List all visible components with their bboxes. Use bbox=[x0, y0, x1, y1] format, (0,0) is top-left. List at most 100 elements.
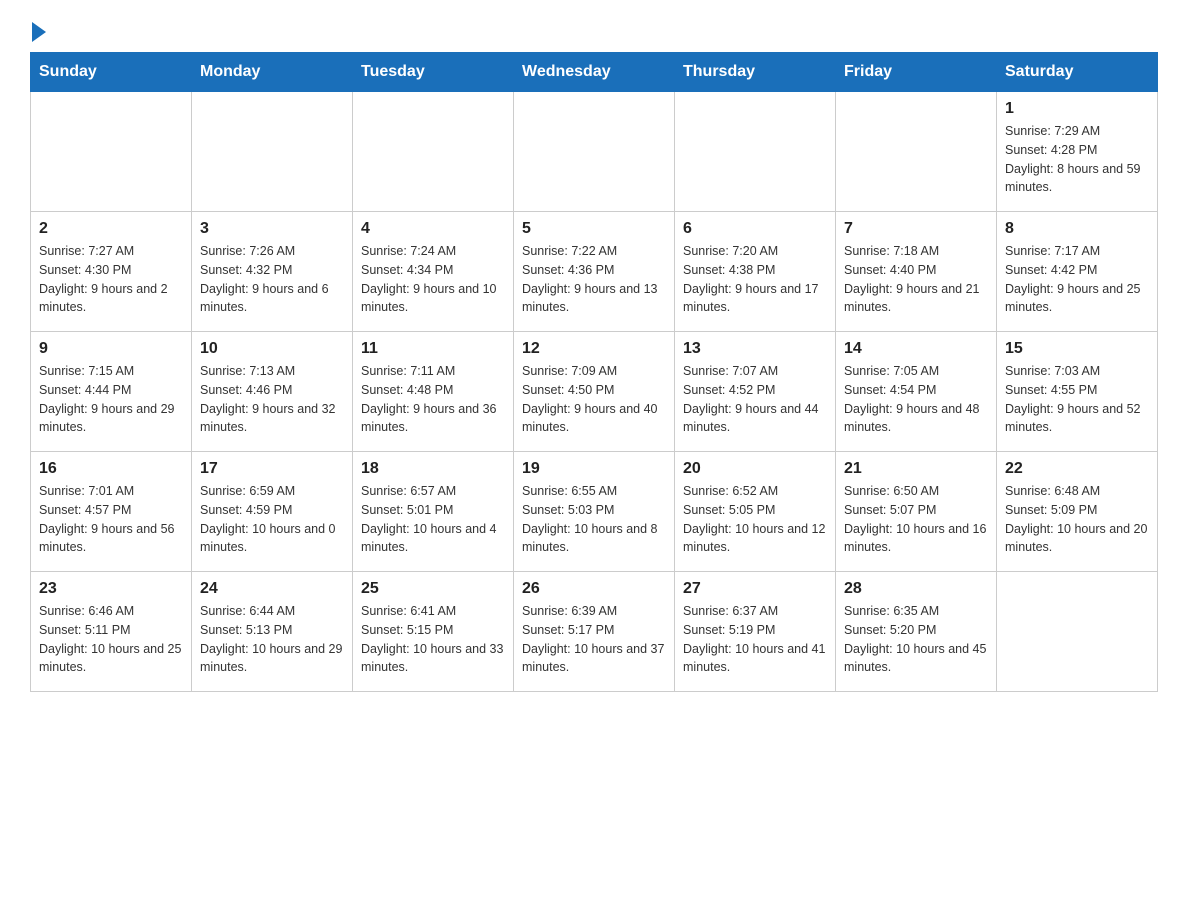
calendar-cell: 17Sunrise: 6:59 AMSunset: 4:59 PMDayligh… bbox=[192, 452, 353, 572]
day-info: Sunrise: 6:39 AMSunset: 5:17 PMDaylight:… bbox=[522, 602, 666, 677]
day-info: Sunrise: 6:41 AMSunset: 5:15 PMDaylight:… bbox=[361, 602, 505, 677]
calendar-cell: 16 Sunrise: 7:01 AMSunset: 4:57 PMDayligh… bbox=[31, 452, 192, 572]
calendar-header: SundayMondayTuesdayWednesdayThursdayFrid… bbox=[31, 53, 1158, 92]
calendar-cell bbox=[675, 92, 836, 212]
day-info: Sunrise: 6:59 AMSunset: 4:59 PMDaylight:… bbox=[200, 482, 344, 557]
day-info: Sunrise: 7:03 AMSunset: 4:55 PMDaylight:… bbox=[1005, 362, 1149, 437]
calendar-cell: 10 Sunrise: 7:13 AMSunset: 4:46 PMDayligh… bbox=[192, 332, 353, 452]
calendar-cell: 2 Sunrise: 7:27 AMSunset: 4:30 PMDaylight… bbox=[31, 212, 192, 332]
calendar-cell: 21 Sunrise: 6:50 AMSunset: 5:07 PMDayligh… bbox=[836, 452, 997, 572]
weekday-header-tuesday: Tuesday bbox=[353, 53, 514, 92]
calendar-cell: 26 Sunrise: 6:39 AMSunset: 5:17 PMDayligh… bbox=[514, 572, 675, 692]
calendar-cell: 11Sunrise: 7:11 AMSunset: 4:48 PMDayligh… bbox=[353, 332, 514, 452]
day-info: Sunrise: 7:20 AMSunset: 4:38 PMDaylight:… bbox=[683, 242, 827, 317]
calendar-week-row: 23 Sunrise: 6:46 AMSunset: 5:11 PMDayligh… bbox=[31, 572, 1158, 692]
day-info: Sunrise: 7:24 AMSunset: 4:34 PMDaylight:… bbox=[361, 242, 505, 317]
day-number: 4 bbox=[361, 220, 505, 238]
day-number: 15 bbox=[1005, 340, 1149, 358]
calendar-cell: 15 Sunrise: 7:03 AMSunset: 4:55 PMDayligh… bbox=[997, 332, 1158, 452]
calendar-cell: 27 Sunrise: 6:37 AMSunset: 5:19 PMDayligh… bbox=[675, 572, 836, 692]
day-number: 12 bbox=[522, 340, 666, 358]
calendar-cell: 5 Sunrise: 7:22 AMSunset: 4:36 PMDaylight… bbox=[514, 212, 675, 332]
calendar-cell: 8 Sunrise: 7:17 AMSunset: 4:42 PMDaylight… bbox=[997, 212, 1158, 332]
day-number: 6 bbox=[683, 220, 827, 238]
day-info: Sunrise: 6:46 AMSunset: 5:11 PMDaylight:… bbox=[39, 602, 183, 677]
day-number: 19 bbox=[522, 460, 666, 478]
page-header bbox=[30, 20, 1158, 42]
day-number: 21 bbox=[844, 460, 988, 478]
day-info: Sunrise: 7:27 AMSunset: 4:30 PMDaylight:… bbox=[39, 242, 183, 317]
day-info: Sunrise: 6:48 AMSunset: 5:09 PMDaylight:… bbox=[1005, 482, 1149, 557]
calendar-cell bbox=[353, 92, 514, 212]
day-info: Sunrise: 6:35 AMSunset: 5:20 PMDaylight:… bbox=[844, 602, 988, 677]
calendar-cell: 3 Sunrise: 7:26 AMSunset: 4:32 PMDaylight… bbox=[192, 212, 353, 332]
day-info: Sunrise: 7:17 AMSunset: 4:42 PMDaylight:… bbox=[1005, 242, 1149, 317]
day-number: 9 bbox=[39, 340, 183, 358]
day-number: 28 bbox=[844, 580, 988, 598]
day-number: 26 bbox=[522, 580, 666, 598]
day-info: Sunrise: 6:50 AMSunset: 5:07 PMDaylight:… bbox=[844, 482, 988, 557]
calendar-cell: 23 Sunrise: 6:46 AMSunset: 5:11 PMDayligh… bbox=[31, 572, 192, 692]
calendar-cell: 19 Sunrise: 6:55 AMSunset: 5:03 PMDayligh… bbox=[514, 452, 675, 572]
day-number: 1 bbox=[1005, 100, 1149, 118]
weekday-header-thursday: Thursday bbox=[675, 53, 836, 92]
weekday-header-saturday: Saturday bbox=[997, 53, 1158, 92]
calendar-cell bbox=[192, 92, 353, 212]
calendar-cell: 14 Sunrise: 7:05 AMSunset: 4:54 PMDayligh… bbox=[836, 332, 997, 452]
calendar-cell: 12 Sunrise: 7:09 AMSunset: 4:50 PMDayligh… bbox=[514, 332, 675, 452]
calendar-cell bbox=[997, 572, 1158, 692]
day-number: 5 bbox=[522, 220, 666, 238]
calendar-cell: 4 Sunrise: 7:24 AMSunset: 4:34 PMDaylight… bbox=[353, 212, 514, 332]
calendar-week-row: 16 Sunrise: 7:01 AMSunset: 4:57 PMDayligh… bbox=[31, 452, 1158, 572]
day-info: Sunrise: 6:52 AMSunset: 5:05 PMDaylight:… bbox=[683, 482, 827, 557]
weekday-header-row: SundayMondayTuesdayWednesdayThursdayFrid… bbox=[31, 53, 1158, 92]
day-info: Sunrise: 7:09 AMSunset: 4:50 PMDaylight:… bbox=[522, 362, 666, 437]
day-number: 14 bbox=[844, 340, 988, 358]
day-number: 2 bbox=[39, 220, 183, 238]
day-number: 7 bbox=[844, 220, 988, 238]
calendar-cell: 20 Sunrise: 6:52 AMSunset: 5:05 PMDayligh… bbox=[675, 452, 836, 572]
calendar-cell: 7 Sunrise: 7:18 AMSunset: 4:40 PMDaylight… bbox=[836, 212, 997, 332]
day-number: 24 bbox=[200, 580, 344, 598]
calendar-cell: 28 Sunrise: 6:35 AMSunset: 5:20 PMDayligh… bbox=[836, 572, 997, 692]
day-info: Sunrise: 7:26 AMSunset: 4:32 PMDaylight:… bbox=[200, 242, 344, 317]
day-number: 16 bbox=[39, 460, 183, 478]
day-info: Sunrise: 7:11 AMSunset: 4:48 PMDaylight:… bbox=[361, 362, 505, 437]
calendar-week-row: 9Sunrise: 7:15 AMSunset: 4:44 PMDaylight… bbox=[31, 332, 1158, 452]
day-info: Sunrise: 6:44 AMSunset: 5:13 PMDaylight:… bbox=[200, 602, 344, 677]
weekday-header-sunday: Sunday bbox=[31, 53, 192, 92]
calendar-cell: 9Sunrise: 7:15 AMSunset: 4:44 PMDaylight… bbox=[31, 332, 192, 452]
day-number: 3 bbox=[200, 220, 344, 238]
day-info: Sunrise: 7:01 AMSunset: 4:57 PMDaylight:… bbox=[39, 482, 183, 557]
day-info: Sunrise: 7:05 AMSunset: 4:54 PMDaylight:… bbox=[844, 362, 988, 437]
calendar-cell: 18Sunrise: 6:57 AMSunset: 5:01 PMDayligh… bbox=[353, 452, 514, 572]
day-number: 8 bbox=[1005, 220, 1149, 238]
calendar-week-row: 2 Sunrise: 7:27 AMSunset: 4:30 PMDaylight… bbox=[31, 212, 1158, 332]
day-info: Sunrise: 7:18 AMSunset: 4:40 PMDaylight:… bbox=[844, 242, 988, 317]
calendar-body: 1 Sunrise: 7:29 AMSunset: 4:28 PMDaylight… bbox=[31, 92, 1158, 692]
calendar-cell: 6 Sunrise: 7:20 AMSunset: 4:38 PMDaylight… bbox=[675, 212, 836, 332]
calendar-cell: 24 Sunrise: 6:44 AMSunset: 5:13 PMDayligh… bbox=[192, 572, 353, 692]
logo bbox=[30, 20, 46, 42]
day-info: Sunrise: 6:57 AMSunset: 5:01 PMDaylight:… bbox=[361, 482, 505, 557]
day-number: 23 bbox=[39, 580, 183, 598]
day-info: Sunrise: 7:22 AMSunset: 4:36 PMDaylight:… bbox=[522, 242, 666, 317]
day-number: 10 bbox=[200, 340, 344, 358]
day-number: 13 bbox=[683, 340, 827, 358]
day-info: Sunrise: 6:55 AMSunset: 5:03 PMDaylight:… bbox=[522, 482, 666, 557]
day-info: Sunrise: 7:13 AMSunset: 4:46 PMDaylight:… bbox=[200, 362, 344, 437]
day-number: 20 bbox=[683, 460, 827, 478]
day-number: 25 bbox=[361, 580, 505, 598]
day-number: 27 bbox=[683, 580, 827, 598]
day-info: Sunrise: 7:07 AMSunset: 4:52 PMDaylight:… bbox=[683, 362, 827, 437]
calendar-cell bbox=[31, 92, 192, 212]
day-info: Sunrise: 7:29 AMSunset: 4:28 PMDaylight:… bbox=[1005, 122, 1149, 197]
calendar-cell: 13 Sunrise: 7:07 AMSunset: 4:52 PMDayligh… bbox=[675, 332, 836, 452]
calendar-cell bbox=[836, 92, 997, 212]
calendar-cell: 25 Sunrise: 6:41 AMSunset: 5:15 PMDayligh… bbox=[353, 572, 514, 692]
logo-arrow-icon bbox=[32, 22, 46, 42]
calendar-table: SundayMondayTuesdayWednesdayThursdayFrid… bbox=[30, 52, 1158, 692]
day-info: Sunrise: 6:37 AMSunset: 5:19 PMDaylight:… bbox=[683, 602, 827, 677]
day-number: 22 bbox=[1005, 460, 1149, 478]
weekday-header-friday: Friday bbox=[836, 53, 997, 92]
